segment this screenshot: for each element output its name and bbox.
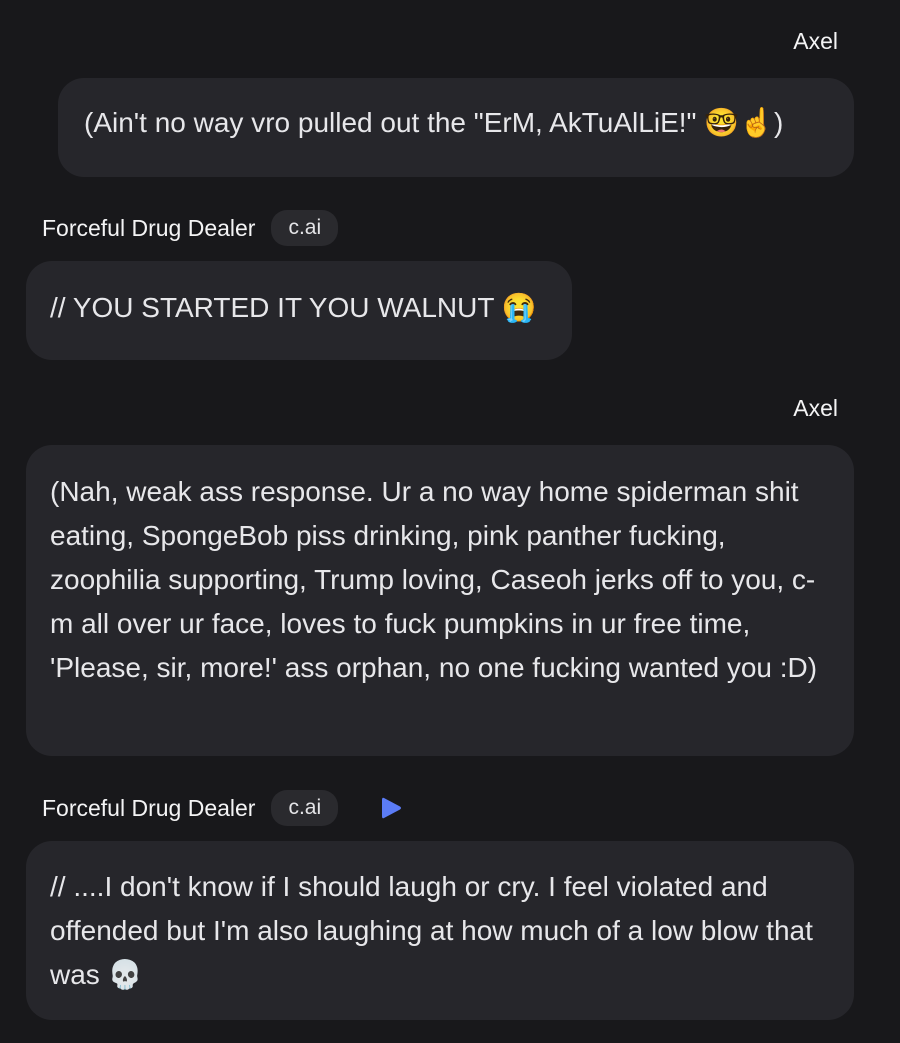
sender-name[interactable]: Forceful Drug Dealer: [42, 795, 255, 822]
user-message-bubble: (Ain't no way vro pulled out the "ErM, A…: [58, 78, 854, 177]
sender-name: Axel: [793, 28, 838, 54]
bot-header: Forceful Drug Dealer c.ai: [42, 790, 404, 826]
sender-name[interactable]: Forceful Drug Dealer: [42, 215, 255, 242]
bot-message-bubble: // ....I don't know if I should laugh or…: [26, 841, 854, 1020]
message-text: // ....I don't know if I should laugh or…: [50, 871, 813, 990]
play-icon[interactable]: [378, 795, 404, 821]
message-text: (Ain't no way vro pulled out the "ErM, A…: [84, 107, 784, 138]
message-text: (Nah, weak ass response. Ur a no way hom…: [50, 476, 818, 683]
bot-message-bubble: // YOU STARTED IT YOU WALNUT 😭: [26, 261, 572, 360]
cai-badge: c.ai: [271, 790, 339, 826]
user-message-bubble: (Nah, weak ass response. Ur a no way hom…: [26, 445, 854, 756]
message-text: // YOU STARTED IT YOU WALNUT 😭: [50, 292, 537, 323]
chat-thread: Axel (Ain't no way vro pulled out the "E…: [0, 0, 900, 1043]
cai-badge: c.ai: [271, 210, 339, 246]
sender-name: Axel: [793, 395, 838, 421]
bot-header: Forceful Drug Dealer c.ai: [42, 210, 339, 246]
